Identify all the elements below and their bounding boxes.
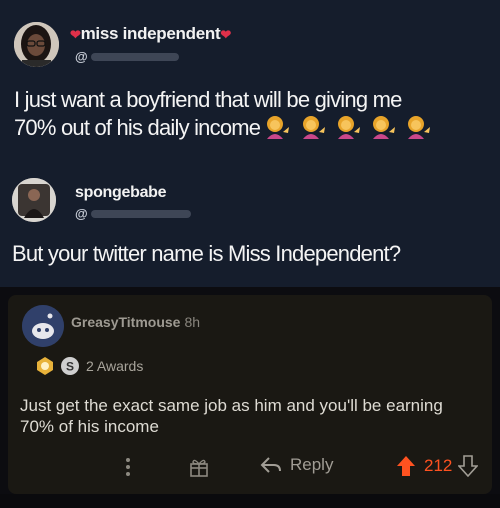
reply-label[interactable]: Reply [290, 455, 333, 475]
reply-arrow-icon [260, 457, 281, 473]
comment-author[interactable]: GreasyTitmouse 8h [71, 314, 200, 330]
gift-icon [190, 459, 208, 477]
give-award-button[interactable] [188, 456, 210, 478]
handle[interactable]: @ [75, 49, 179, 64]
handle[interactable]: @ [75, 206, 191, 221]
woman-tipping-hand-icon [337, 116, 360, 139]
tweet-text: I just want a boyfriend that will be giv… [14, 86, 435, 146]
woman-tipping-hand-icon [302, 116, 325, 139]
tweet-text: But your twitter name is Miss Independen… [12, 241, 401, 266]
woman-tipping-hand-icon [373, 116, 396, 139]
twitter-screenshot: ❤miss independent❤ @ I just want a boyfr… [0, 0, 500, 287]
comment-body: Just get the exact same job as him and y… [20, 396, 443, 436]
gold-award-icon [37, 357, 53, 375]
awards-count: 2 Awards [86, 358, 144, 374]
avatar[interactable] [12, 178, 56, 222]
woman-tipping-hand-icon [267, 116, 290, 139]
handle-at: @ [75, 206, 88, 221]
username[interactable]: GreasyTitmouse [71, 314, 180, 330]
tweet-text-line-2: 70% out of his daily income [14, 115, 261, 140]
display-name-text[interactable]: miss independent [81, 24, 221, 43]
tweet-text-line-1: I just want a boyfriend that will be giv… [14, 87, 402, 112]
timestamp: 8h [184, 314, 201, 330]
downvote-arrow-icon[interactable] [458, 455, 479, 477]
vote-score: 212 [424, 456, 453, 475]
avatar[interactable] [22, 305, 64, 347]
woman-tipping-hand-icon [408, 116, 431, 139]
more-options-button[interactable] [125, 457, 131, 477]
display-name[interactable]: spongebabe [75, 184, 167, 202]
bottom-edge [0, 494, 500, 508]
comment-actions: Reply 212 [8, 453, 492, 483]
emoji-row [264, 115, 435, 146]
svg-text:S: S [66, 360, 74, 374]
upvote-arrow-icon[interactable] [396, 455, 416, 477]
heart-icon: ❤ [220, 27, 231, 42]
handle-at: @ [75, 49, 88, 64]
avatar[interactable] [14, 22, 59, 67]
reply-button[interactable]: Reply [260, 455, 333, 475]
reddit-comment: GreasyTitmouse 8h S 2 Awards Just get the… [8, 295, 492, 494]
heart-icon: ❤ [70, 27, 81, 42]
handle-redacted [90, 209, 191, 218]
handle-redacted [90, 52, 179, 61]
display-name[interactable]: ❤miss independent❤ [70, 24, 231, 44]
more-vertical-icon [126, 458, 130, 476]
awards[interactable]: S 2 Awards [35, 356, 143, 376]
silver-award-icon: S [61, 357, 79, 375]
vote-controls: 212 [396, 455, 479, 477]
